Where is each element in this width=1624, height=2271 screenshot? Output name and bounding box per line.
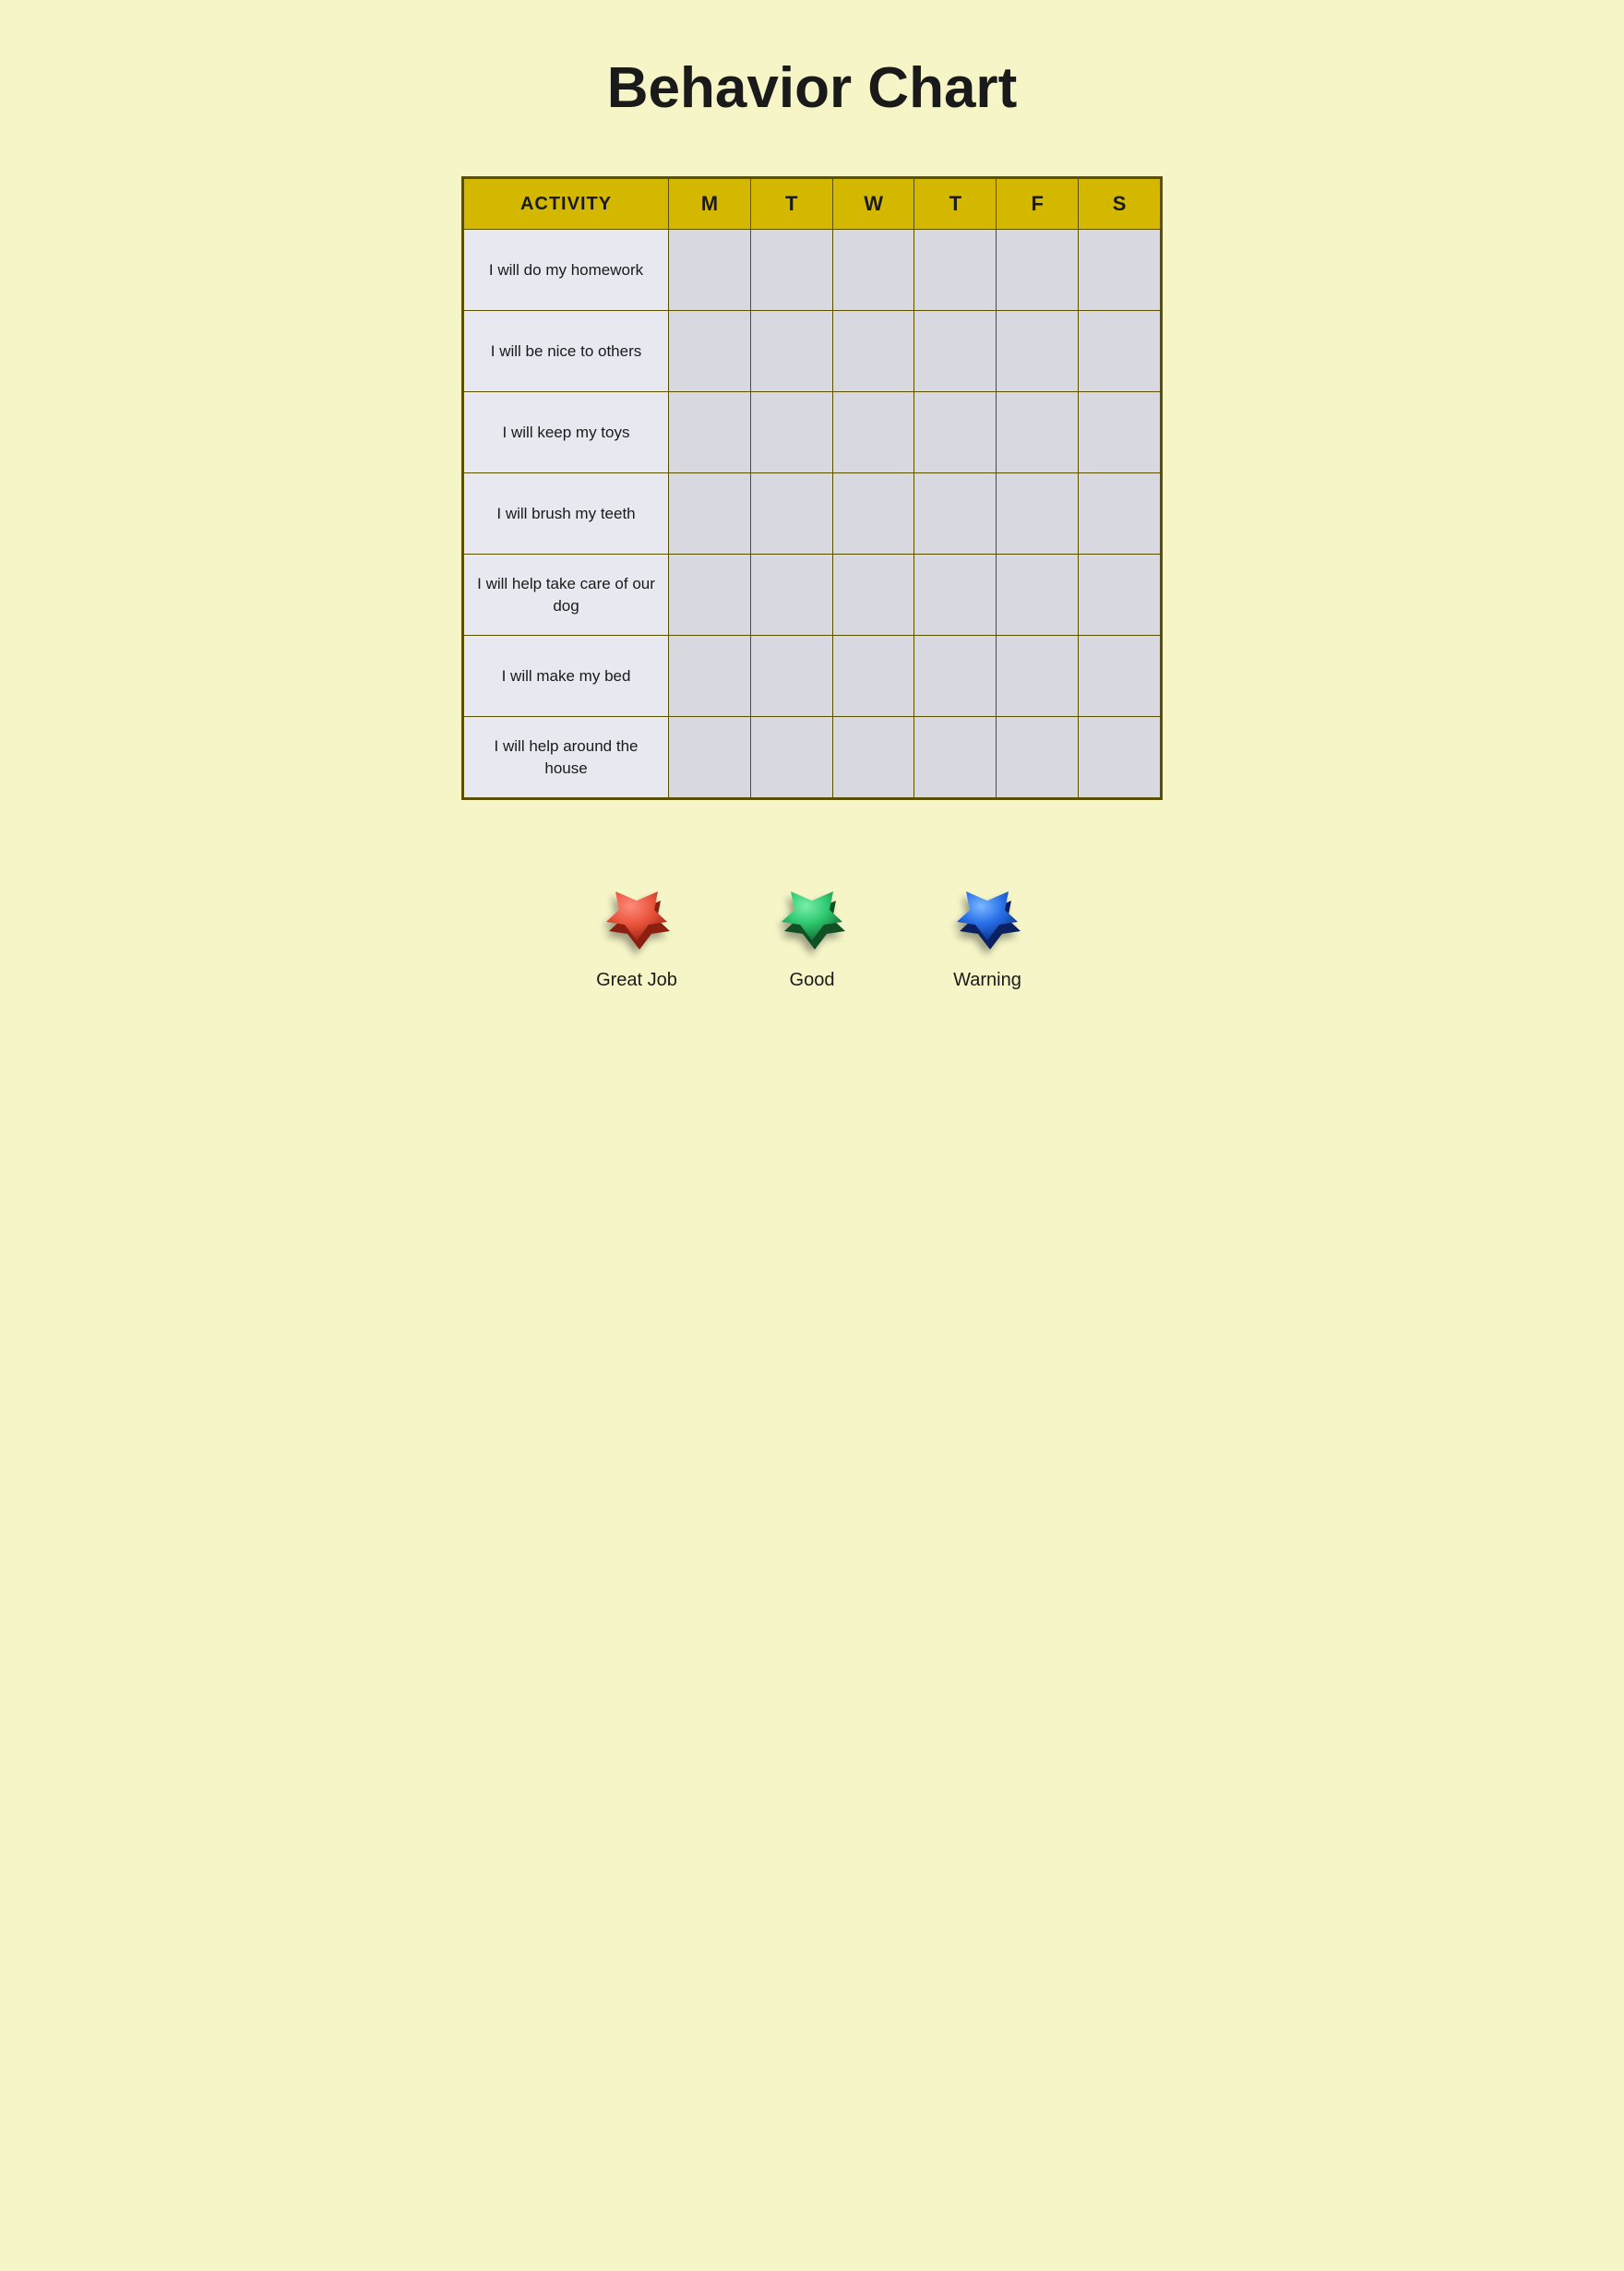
day-cell[interactable] [750,473,832,555]
day-cell[interactable] [997,636,1079,717]
day-cell[interactable] [914,636,997,717]
day-cell[interactable] [997,311,1079,392]
day-cell[interactable] [1079,555,1161,636]
activity-cell-1: I will be nice to others [464,311,669,392]
day-cell[interactable] [832,473,914,555]
page-title: Behavior Chart [607,55,1017,121]
day-cell[interactable] [750,717,832,798]
legend-item-great-job: Great Job [586,855,687,991]
day-cell[interactable] [1079,636,1161,717]
day-cell[interactable] [669,230,751,311]
activity-column-header: ACTIVITY [464,179,669,230]
activity-cell-0: I will do my homework [464,230,669,311]
day-cell[interactable] [997,473,1079,555]
day-header-s: S [1079,179,1161,230]
table-row: I will help around the house [464,717,1161,798]
day-cell[interactable] [750,230,832,311]
behavior-chart: ACTIVITY M T W T F S I will do my homewo… [461,176,1163,800]
table-header-row: ACTIVITY M T W T F S [464,179,1161,230]
table-row: I will help take care of our dog [464,555,1161,636]
day-cell[interactable] [832,717,914,798]
day-cell[interactable] [997,230,1079,311]
legend-section: Great Job Good [461,855,1163,991]
legend-item-warning: Warning [937,855,1038,991]
day-cell[interactable] [1079,311,1161,392]
day-cell[interactable] [997,392,1079,473]
legend-item-good: Good [761,855,863,991]
activity-cell-4: I will help take care of our dog [464,555,669,636]
day-header-m: M [669,179,751,230]
day-cell[interactable] [750,555,832,636]
day-cell[interactable] [832,555,914,636]
day-cell[interactable] [1079,392,1161,473]
day-header-t1: T [750,179,832,230]
table-row: I will make my bed [464,636,1161,717]
activity-cell-5: I will make my bed [464,636,669,717]
day-cell[interactable] [669,392,751,473]
table-row: I will do my homework [464,230,1161,311]
day-cell[interactable] [750,311,832,392]
activity-cell-6: I will help around the house [464,717,669,798]
good-label: Good [790,970,835,991]
activity-cell-2: I will keep my toys [464,392,669,473]
chart-table: ACTIVITY M T W T F S I will do my homewo… [463,178,1161,798]
day-cell[interactable] [669,473,751,555]
day-header-w: W [832,179,914,230]
day-cell[interactable] [669,717,751,798]
great-job-star-icon [586,855,687,957]
day-cell[interactable] [1079,473,1161,555]
day-cell[interactable] [669,636,751,717]
day-cell[interactable] [832,230,914,311]
good-star-icon [761,855,863,957]
table-row: I will be nice to others [464,311,1161,392]
day-cell[interactable] [914,392,997,473]
day-cell[interactable] [997,717,1079,798]
day-cell[interactable] [832,392,914,473]
day-header-t2: T [914,179,997,230]
day-cell[interactable] [669,311,751,392]
day-cell[interactable] [832,311,914,392]
day-cell[interactable] [914,311,997,392]
day-cell[interactable] [997,555,1079,636]
warning-star-icon [937,855,1038,957]
chart-body: I will do my homeworkI will be nice to o… [464,230,1161,798]
day-cell[interactable] [669,555,751,636]
day-cell[interactable] [832,636,914,717]
day-header-f: F [997,179,1079,230]
great-job-label: Great Job [596,970,677,991]
table-row: I will brush my teeth [464,473,1161,555]
day-cell[interactable] [750,392,832,473]
warning-label: Warning [953,970,1021,991]
day-cell[interactable] [914,230,997,311]
day-cell[interactable] [914,555,997,636]
table-row: I will keep my toys [464,392,1161,473]
activity-cell-3: I will brush my teeth [464,473,669,555]
day-cell[interactable] [750,636,832,717]
day-cell[interactable] [1079,230,1161,311]
page: Behavior Chart ACTIVITY M T W T F S I wi… [406,0,1218,1135]
day-cell[interactable] [914,717,997,798]
day-cell[interactable] [914,473,997,555]
day-cell[interactable] [1079,717,1161,798]
